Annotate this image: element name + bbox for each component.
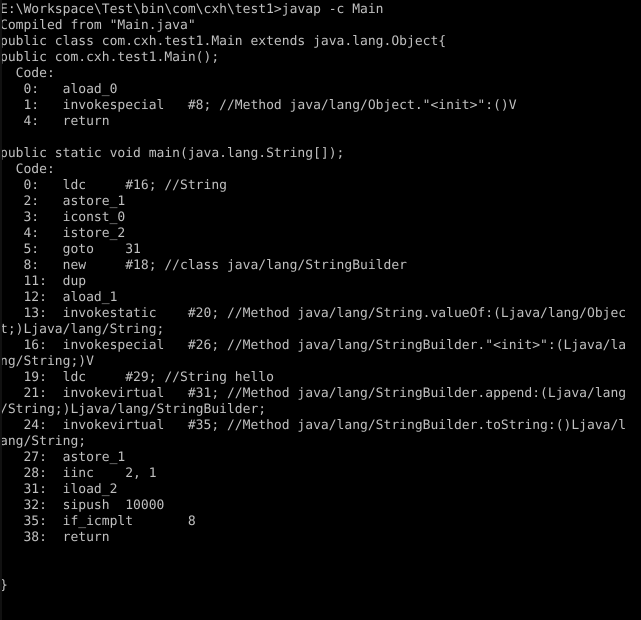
console-line: 2: astore_1 xyxy=(0,194,126,209)
console-line: 3: iconst_0 xyxy=(0,210,126,225)
console-line: Code: xyxy=(0,162,55,177)
console-line: 1: invokespecial #8; //Method java/lang/… xyxy=(0,98,517,113)
console-line: 8: new #18; //class java/lang/StringBuil… xyxy=(0,258,407,273)
console-line: 27: astore_1 xyxy=(0,450,126,465)
console-line: public com.cxh.test1.Main(); xyxy=(0,50,220,65)
console-line: t;)Ljava/lang/String; xyxy=(0,322,165,337)
window-left-border xyxy=(0,0,2,620)
console-line: 31: iload_2 xyxy=(0,482,118,497)
console-line: public class com.cxh.test1.Main extends … xyxy=(0,34,447,49)
console-line: 4: istore_2 xyxy=(0,226,126,241)
console-line: } xyxy=(0,578,8,593)
console-text-output[interactable]: E:\Workspace\Test\bin\com\cxh\test1>java… xyxy=(0,0,641,620)
console-line: 35: if_icmplt 8 xyxy=(0,514,196,529)
console-line: 11: dup xyxy=(0,274,87,289)
console-line: Code: xyxy=(0,66,55,81)
console-line: 38: return xyxy=(0,530,110,545)
console-line: 13: invokestatic #20; //Method java/lang… xyxy=(0,306,627,321)
console-line: 32: sipush 10000 xyxy=(0,498,165,513)
console-line: Compiled from "Main.java" xyxy=(0,18,196,33)
console-line: 4: return xyxy=(0,114,110,129)
console-line: 5: goto 31 xyxy=(0,242,141,257)
console-line: E:\Workspace\Test\bin\com\cxh\test1>java… xyxy=(0,2,384,17)
console-line: 28: iinc 2, 1 xyxy=(0,466,157,481)
console-line: ng/String;)V xyxy=(0,354,94,369)
console-line: 24: invokevirtual #35; //Method java/lan… xyxy=(0,418,627,433)
console-line: public static void main(java.lang.String… xyxy=(0,146,345,161)
console-line: 16: invokespecial #26; //Method java/lan… xyxy=(0,338,627,353)
command-prompt-window[interactable]: E:\Workspace\Test\bin\com\cxh\test1>java… xyxy=(0,0,641,620)
console-line: 19: ldc #29; //String hello xyxy=(0,370,274,385)
console-line: /String;)Ljava/lang/StringBuilder; xyxy=(0,402,267,417)
console-line: 12: aload_1 xyxy=(0,290,118,305)
console-line: 21: invokevirtual #31; //Method java/lan… xyxy=(0,386,627,401)
console-line: ang/String; xyxy=(0,434,87,449)
console-line: 0: aload_0 xyxy=(0,82,118,97)
console-line: 0: ldc #16; //String xyxy=(0,178,235,193)
